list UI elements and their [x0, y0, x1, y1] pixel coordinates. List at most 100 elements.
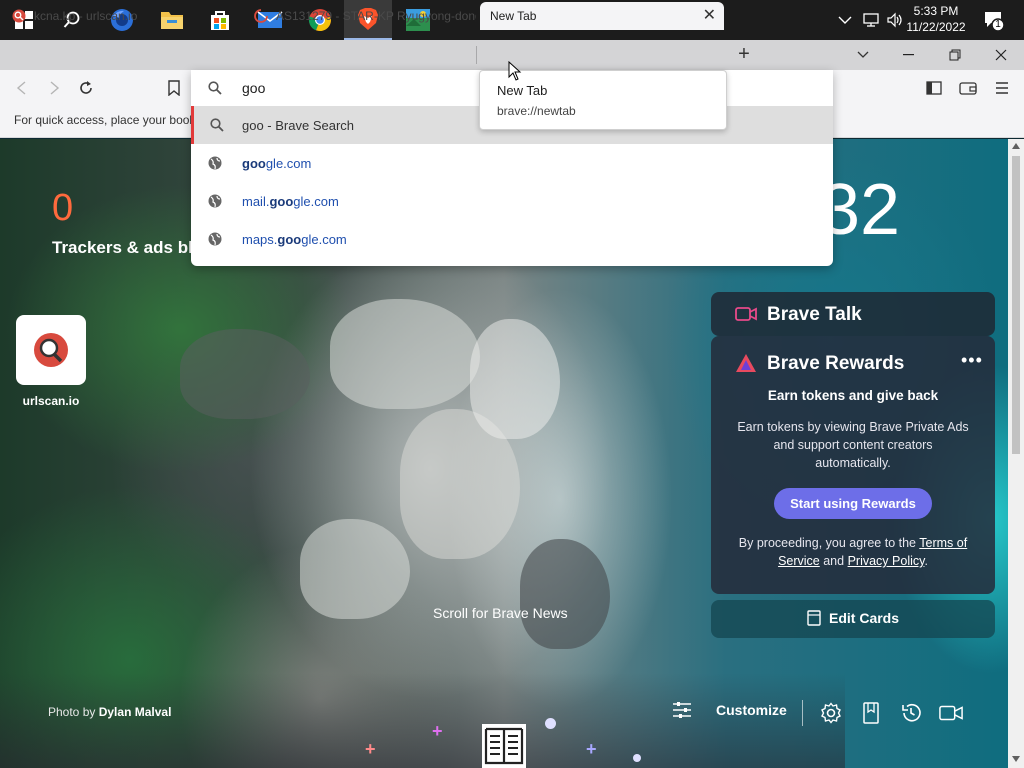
taskbar-clock[interactable]: 5:33 PM 11/22/2022 — [904, 3, 968, 35]
notification-count: 1 — [995, 19, 1001, 30]
start-using-rewards-button[interactable]: Start using Rewards — [774, 488, 932, 519]
suggestion-url-prefix: maps. — [242, 231, 278, 247]
back-arrow-icon[interactable] — [12, 78, 32, 98]
tab-new-tab[interactable]: New Tab ✕ — [480, 2, 724, 30]
suggestion-url: mail.google.com — [242, 194, 339, 209]
photo-credit-prefix: Photo by — [48, 705, 96, 719]
urlscan-logo-icon — [34, 333, 68, 367]
suggestion-text: goo - Brave Search — [242, 117, 355, 133]
suggestion-maps-google[interactable]: maps.google.com — [191, 220, 833, 258]
suggestion-url: maps.google.com — [242, 232, 347, 247]
tab-title: New Tab — [490, 9, 537, 23]
rewards-subtitle: Earn tokens and give back — [767, 388, 939, 403]
tray-chevron-up-icon[interactable] — [838, 0, 852, 40]
trackers-label: Trackers & ads bl — [52, 238, 193, 257]
edit-cards-content: Edit Cards — [807, 610, 899, 626]
settings-gear-icon[interactable] — [819, 701, 843, 725]
forward-arrow-icon[interactable] — [44, 78, 64, 98]
suggestion-url-suffix: gle.com — [301, 231, 347, 247]
sidebar-toggle-icon[interactable] — [924, 78, 944, 98]
rewards-description: Earn tokens by viewing Brave Private Ads… — [737, 420, 969, 470]
reload-icon[interactable] — [76, 78, 96, 98]
omnibox-search-icon — [191, 81, 239, 95]
legal-and: and — [823, 554, 845, 568]
background-rock — [470, 319, 560, 439]
bookmarks-icon[interactable] — [859, 701, 883, 725]
volume-icon[interactable] — [886, 0, 904, 40]
privacy-policy-link[interactable]: Privacy Policy — [848, 554, 925, 568]
sliders-icon — [673, 702, 691, 718]
scrollbar-thumb[interactable] — [1012, 156, 1020, 454]
globe-icon — [191, 194, 239, 208]
brave-rewards-card: Brave Rewards ••• Earn tokens and give b… — [711, 336, 995, 594]
urlscan-favicon-icon — [12, 9, 26, 23]
history-icon[interactable] — [899, 701, 923, 725]
brave-news-book-icon[interactable] — [481, 723, 527, 768]
notifications-icon[interactable]: 1 — [982, 0, 1006, 40]
network-icon[interactable] — [862, 0, 880, 40]
clock-time: 5:33 PM — [913, 4, 959, 18]
scroll-up-arrow-icon[interactable] — [1012, 143, 1020, 149]
video-camera-icon — [735, 307, 757, 321]
globe-icon — [191, 156, 239, 170]
tab-as131279[interactable]: AS131279 - STAR-KP Ryugyong-dong — [242, 2, 476, 30]
brave-talk-card[interactable]: Brave Talk — [711, 292, 995, 336]
background-rock — [180, 329, 310, 419]
legal-period: . — [924, 554, 928, 568]
suggestion-mail-google[interactable]: mail.google.com — [191, 182, 833, 220]
rewards-legal-text: By proceeding, you agree to the Terms of… — [731, 534, 975, 570]
tab-divider — [476, 46, 477, 64]
rewards-button-wrap: Start using Rewards — [711, 488, 995, 519]
brave-talk-title: Brave Talk — [767, 304, 862, 325]
photo-credit: Photo by Dylan Malval — [48, 705, 171, 719]
tab-title: AS131279 - STAR-KP Ryugyong-dong — [276, 9, 476, 23]
bottom-divider — [802, 700, 803, 726]
top-site-tile-urlscan[interactable] — [16, 315, 86, 385]
minimize-icon[interactable] — [886, 40, 932, 70]
suggestion-search-icon — [194, 118, 239, 132]
brave-rewards-triangle-icon — [736, 354, 756, 372]
sparkle-decoration: + — [365, 739, 376, 759]
address-bar-input[interactable]: goo — [242, 80, 265, 96]
suggestion-url-prefix: mail. — [242, 193, 270, 209]
loading-spinner-icon — [254, 9, 268, 23]
edit-cards-label: Edit Cards — [829, 610, 900, 626]
bookmark-icon[interactable] — [164, 78, 184, 98]
dot-decoration — [545, 718, 556, 729]
dot-decoration — [633, 754, 641, 762]
customize-button[interactable]: Customize — [672, 701, 787, 719]
suggestion-url-match: goo — [277, 231, 302, 247]
brave-rewards-title: Brave Rewards — [767, 353, 905, 374]
sparkle-decoration: + — [432, 721, 443, 741]
wallet-icon[interactable] — [958, 78, 978, 98]
new-tab-plus-icon[interactable]: + — [734, 44, 754, 64]
suggestion-url-match: goo — [269, 193, 294, 209]
suggestion-google[interactable]: google.com — [191, 144, 833, 182]
more-options-icon[interactable]: ••• — [961, 350, 983, 371]
photo-credit-author[interactable]: Dylan Malval — [99, 705, 172, 719]
suggestion-url: google.com — [242, 156, 311, 171]
tab-urlscan[interactable]: kcna.kp - urlscan.io — [0, 2, 240, 30]
background-rock — [300, 519, 410, 619]
scroll-down-arrow-icon[interactable] — [1012, 756, 1020, 762]
edit-cards-icon — [807, 610, 821, 626]
tab-search-chevron-icon[interactable] — [840, 40, 886, 70]
scroll-for-brave-news[interactable]: Scroll for Brave News — [433, 605, 568, 621]
suggestion-url-suffix: gle.com — [293, 193, 339, 209]
top-site-label: urlscan.io — [22, 394, 80, 408]
legal-prefix: By proceeding, you agree to the — [738, 536, 917, 550]
menu-hamburger-icon[interactable] — [992, 78, 1012, 98]
tab-close-icon[interactable]: ✕ — [703, 8, 716, 24]
clock-date: 11/22/2022 — [906, 20, 966, 34]
page-scrollbar[interactable] — [1008, 139, 1024, 768]
restore-window-icon[interactable] — [932, 40, 978, 70]
edit-cards-button[interactable]: Edit Cards — [711, 600, 995, 638]
bottom-overlay — [0, 673, 845, 768]
brave-talk-video-icon[interactable] — [939, 701, 963, 725]
background-rock — [330, 299, 480, 409]
tooltip-title: New Tab — [497, 83, 548, 98]
sparkle-decoration: + — [586, 739, 597, 759]
mouse-cursor-icon — [508, 61, 522, 81]
globe-icon — [191, 232, 239, 246]
close-window-icon[interactable] — [978, 40, 1024, 70]
